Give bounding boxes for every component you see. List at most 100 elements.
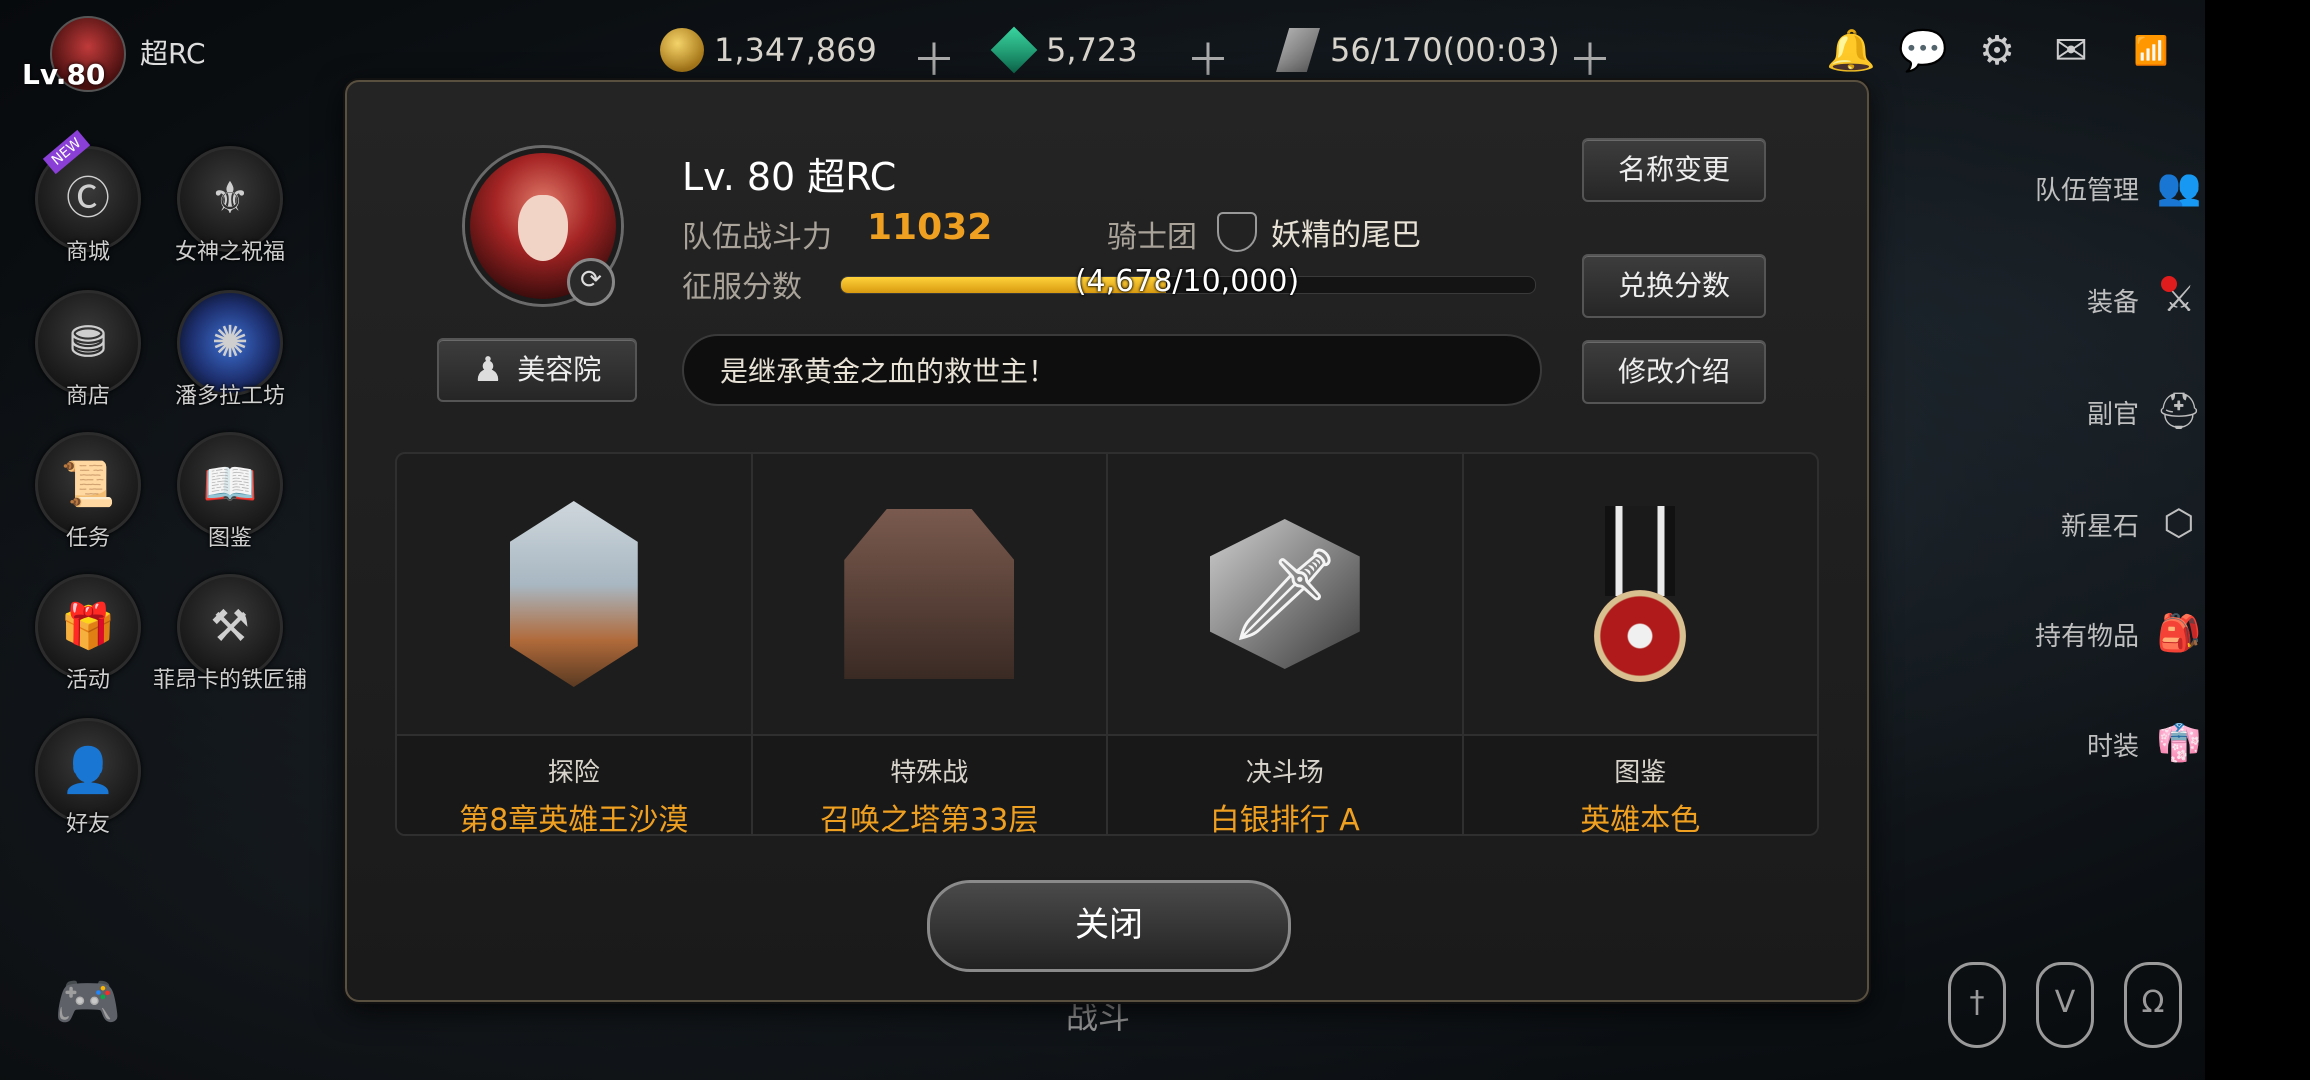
add-stamina-button[interactable]: ＋ [1568, 24, 1612, 88]
player-name: 超RC [140, 37, 206, 70]
card-footer: 决斗场 白银排行 A [1108, 734, 1462, 836]
exchange-score-button[interactable]: 兑换分数 [1582, 254, 1766, 318]
menu-nova-stone[interactable]: 新星石 ⬡ [2005, 494, 2205, 554]
arena-art: 🗡 [1108, 454, 1462, 734]
menu-label: 持有物品 [2034, 621, 2139, 652]
menu-pandora-workshop[interactable]: ✺ 潘多拉工坊 [160, 290, 300, 410]
add-gem-button[interactable]: ＋ [1186, 24, 1230, 88]
card-title: 探险 [547, 758, 600, 788]
card-special-battle[interactable]: 特殊战 召唤之塔第33层 [752, 454, 1108, 836]
helmet-icon: ⛑ [2156, 391, 2202, 432]
gear-icon[interactable]: ⚙ [1972, 28, 2022, 74]
stamina-icon [1276, 28, 1320, 72]
screen-letterbox [2205, 0, 2310, 1080]
player-level: Lv.80 [22, 58, 106, 91]
chat-icon[interactable]: 💬 [1898, 28, 1948, 74]
conquest-progress-text: (4,678/10,000) [1074, 264, 1300, 299]
menu-goddess-blessing[interactable]: ⚜ 女神之祝福 [160, 146, 300, 266]
game-background: Lv.80 超RC 1,347,869 ＋ 5,723 ＋ 56/170(00:… [0, 0, 2205, 1080]
profile-title: Lv. 80 超RC [682, 155, 897, 199]
beauty-salon-button[interactable]: ♟ 美容院 [437, 338, 637, 402]
mail-icon[interactable]: ✉ [2046, 28, 2096, 74]
menu-event[interactable]: 🎁 活动 [18, 574, 158, 694]
menu-label: 新星石 [2060, 511, 2139, 542]
guild-name: 妖精的尾巴 [1271, 218, 1421, 253]
menu-label: 女神之祝福 [174, 240, 285, 265]
adventure-art [397, 454, 751, 734]
menu-friends[interactable]: 👤 好友 [18, 718, 158, 838]
card-value: 召唤之塔第33层 [820, 803, 1039, 836]
hooded-figure-icon: ♟ [472, 350, 504, 390]
menu-label: 副官 [2086, 399, 2139, 430]
wifi-battery-icon: 📶 [2133, 34, 2169, 67]
menu-equipment[interactable]: 装备 ⚔ [2005, 270, 2205, 330]
card-value: 白银排行 A [1209, 803, 1360, 836]
card-adventure[interactable]: 探险 第8章英雄王沙漠 [397, 454, 753, 834]
menu-label: 活动 [65, 668, 110, 693]
menu-costume[interactable]: 时装 👘 [2005, 714, 2205, 774]
tower-gate-icon [844, 509, 1015, 679]
card-title: 图鉴 [1614, 758, 1667, 788]
menu-mall[interactable]: Ⓒ NEW 商城 [18, 129, 158, 266]
desert-hexagon-icon [509, 501, 638, 687]
special-battle-art [753, 454, 1107, 734]
gem-amount: 5,723 [1046, 31, 1138, 69]
beauty-salon-label: 美容院 [517, 353, 602, 386]
menu-codex[interactable]: 📖 图鉴 [160, 432, 300, 552]
menu-label: 菲昂卡的铁匠铺 [152, 668, 307, 693]
card-value: 第8章英雄王沙漠 [459, 803, 689, 836]
menu-label: 队伍管理 [2034, 175, 2139, 206]
rename-button[interactable]: 名称变更 [1582, 138, 1766, 202]
menu-label: 好友 [65, 812, 110, 837]
gamepad-icon[interactable]: 🎮 [54, 970, 121, 1034]
crest-shield-icon[interactable]: V [2036, 962, 2094, 1048]
menu-label: 图鉴 [207, 526, 252, 551]
intro-text: 是继承黄金之血的救世主！ [682, 334, 1542, 406]
change-portrait-icon[interactable]: ⟳ [567, 258, 615, 306]
top-hud: Lv.80 超RC 1,347,869 ＋ 5,723 ＋ 56/170(00:… [0, 0, 2205, 92]
stamina-counter: 56/170(00:03) [1276, 28, 1560, 72]
bell-icon[interactable]: 🔔 [1826, 28, 1876, 74]
guild-emblem-icon [1217, 212, 1257, 252]
sword-shield-icon[interactable]: † [1948, 962, 2006, 1048]
menu-shop[interactable]: ⛃ 商店 [18, 290, 158, 410]
gold-amount: 1,347,869 [714, 31, 877, 69]
medal-cross [1594, 590, 1687, 682]
gem-counter: 5,723 [990, 26, 1138, 74]
card-title: 决斗场 [1245, 758, 1324, 788]
card-footer: 图鉴 英雄本色 [1463, 734, 1817, 836]
card-title: 特殊战 [890, 758, 969, 788]
card-codex[interactable]: 图鉴 英雄本色 [1463, 454, 1817, 836]
menu-adjutant[interactable]: 副官 ⛑ [2005, 382, 2205, 442]
card-footer: 特殊战 召唤之塔第33层 [752, 734, 1106, 836]
card-footer: 探险 第8章英雄王沙漠 [397, 734, 751, 836]
edit-intro-button[interactable]: 修改介绍 [1582, 340, 1766, 404]
team-icon: 👥 [2156, 167, 2202, 208]
menu-inventory[interactable]: 持有物品 🎒 [2005, 604, 2205, 664]
menu-team-management[interactable]: 队伍管理 👥 [2005, 158, 2205, 218]
achievement-cards: 探险 第8章英雄王沙漠 特殊战 召唤之塔第33层 🗡 决斗场 白银排行 A 图鉴… [395, 452, 1819, 836]
conquest-label: 征服分数 [682, 270, 802, 305]
helmet-shield-icon[interactable]: Ω [2124, 962, 2182, 1048]
portrait-face [518, 195, 568, 261]
medal-ribbon [1605, 506, 1676, 596]
card-arena[interactable]: 🗡 决斗场 白银排行 A [1108, 454, 1464, 834]
power-value: 11032 [867, 207, 993, 248]
stamina-amount: 56/170(00:03) [1330, 31, 1560, 69]
menu-label: 潘多拉工坊 [174, 384, 285, 409]
bottom-shields: † V Ω [1948, 962, 2182, 1048]
menu-label: 商城 [65, 240, 110, 265]
menu-blacksmith[interactable]: ⚒ 菲昂卡的铁匠铺 [150, 574, 310, 694]
medal-icon [1594, 506, 1687, 682]
menu-quest[interactable]: 📜 任务 [18, 432, 158, 552]
gem-icon [990, 26, 1038, 74]
menu-label: 商店 [65, 384, 110, 409]
card-value: 英雄本色 [1580, 803, 1701, 836]
notification-dot [2161, 276, 2177, 292]
close-button[interactable]: 关闭 [927, 880, 1291, 972]
menu-label: 任务 [65, 526, 110, 551]
add-gold-button[interactable]: ＋ [912, 24, 956, 88]
menu-label: 装备 [2086, 287, 2139, 318]
costume-icon: 👘 [2156, 723, 2202, 764]
power-label: 队伍战斗力 [682, 220, 832, 255]
